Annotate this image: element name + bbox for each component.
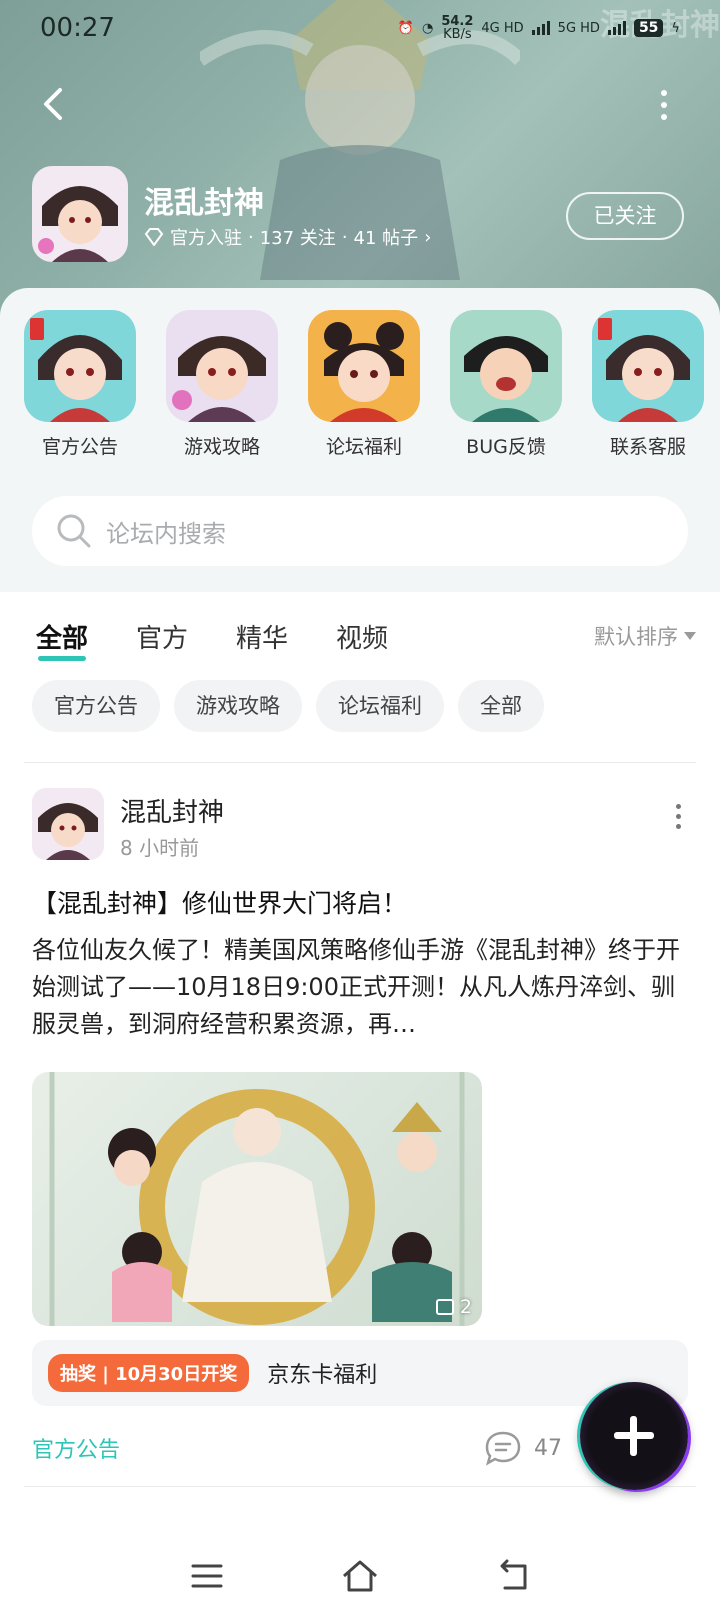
post-title[interactable]: 【混乱封神】修仙世界大门将启！ [32,884,407,920]
caret-down-icon [684,632,696,640]
image-count: 2 [435,1296,472,1318]
battery-icon: 55 [633,19,664,37]
lottery-card[interactable]: 抽奖 | 10月30日开奖 京东卡福利 [32,1340,688,1406]
forum-stats[interactable]: 官方入驻 · 137 关注 · 41 帖子 › [144,224,431,250]
bug-report-image [450,310,562,422]
post-body[interactable]: 各位仙友久候了！精美国风策略修仙手游《混乱封神》终于开始测试了——10月18日9… [32,932,692,1043]
post-tag[interactable]: 官方公告 [32,1432,120,1464]
charging-icon: ϟ [671,20,680,36]
chip-guide[interactable]: 游戏攻略 [174,680,302,732]
lottery-badge: 抽奖 | 10月30日开奖 [48,1354,250,1392]
network-label-1: 4G HD [481,20,524,36]
forum-info: 混乱封神 官方入驻 · 137 关注 · 41 帖子 › 已关注 [32,166,692,266]
diamond-icon [144,228,164,246]
alarm-icon: ⏰ [397,20,414,36]
more-vertical-icon[interactable] [672,804,684,834]
home-icon[interactable] [340,1558,380,1594]
quick-link-guide[interactable]: 游戏攻略 [166,310,278,459]
forum-banner: 混乱封神 00:27 ⏰ ◔ 54.2 KB/s 4G HD 5G HD 55 … [0,0,720,330]
post-image[interactable]: 2 [32,1072,482,1326]
status-bar: 00:27 ⏰ ◔ 54.2 KB/s 4G HD 5G HD 55 ϟ [0,0,720,56]
status-time: 00:27 [40,13,115,43]
quick-link-support[interactable]: 联系客服 [592,310,704,459]
follow-count: 137 关注 [259,228,336,249]
post-author-avatar[interactable] [32,788,104,860]
quick-link-announcement[interactable]: 官方公告 [24,310,136,459]
welfare-image [308,310,420,422]
post-count: 41 帖子 [353,228,419,249]
data-saver-icon: ◔ [421,20,434,36]
tab-official[interactable]: 官方 [136,618,188,655]
more-vertical-icon[interactable] [658,90,670,120]
status-icons: ⏰ ◔ 54.2 KB/s 4G HD 5G HD 55 ϟ [398,15,680,41]
announcement-image [24,310,136,422]
search-icon [57,514,91,548]
divider [24,1486,696,1487]
net-speed: 54.2 KB/s [441,14,474,42]
post-author[interactable]: 混乱封神 [120,792,224,829]
tab-featured[interactable]: 精华 [236,618,288,655]
chip-welfare[interactable]: 论坛福利 [316,680,444,732]
lottery-text: 京东卡福利 [267,1363,378,1388]
filter-chips: 官方公告 游戏攻略 论坛福利 全部 [32,680,544,732]
chevron-right-icon: › [424,226,432,248]
official-label: 官方入驻 [170,228,242,249]
divider [24,762,696,763]
network-label-2: 5G HD [557,20,600,36]
signal-icon-2 [607,21,626,35]
search-input[interactable]: 论坛内搜索 [32,496,688,566]
support-image [592,310,704,422]
system-nav-bar [0,1540,720,1612]
chevron-left-icon[interactable] [36,84,72,124]
signal-icon [531,21,550,35]
forum-name: 混乱封神 [144,186,264,221]
quick-links: 官方公告 游戏攻略 论坛福利 BUG反馈 联系客服 [24,310,704,459]
chip-announcement[interactable]: 官方公告 [32,680,160,732]
menu-icon[interactable] [187,1558,227,1594]
chip-all[interactable]: 全部 [458,680,544,732]
image-icon [435,1299,454,1315]
quick-link-welfare[interactable]: 论坛福利 [308,310,420,459]
comment-icon [485,1431,521,1466]
back-icon[interactable] [493,1558,533,1594]
comment-button[interactable]: 47 [484,1430,562,1466]
sort-dropdown[interactable]: 默认排序 [594,621,696,651]
quick-link-bug[interactable]: BUG反馈 [450,310,562,459]
guide-image [166,310,278,422]
tab-all[interactable]: 全部 [36,618,88,661]
plus-icon[interactable] [580,1382,688,1490]
follow-button[interactable]: 已关注 [566,192,684,240]
top-nav [0,76,720,132]
post-time: 8 小时前 [120,836,200,860]
post-tabs: 全部 官方 精华 视频 默认排序 [36,612,696,661]
search-placeholder: 论坛内搜索 [106,519,226,548]
forum-sheet: 官方公告 游戏攻略 论坛福利 BUG反馈 联系客服 论坛内搜索 [0,288,720,592]
tab-video[interactable]: 视频 [336,618,388,655]
post-image-art [49,1072,465,1326]
forum-avatar[interactable] [32,166,128,262]
